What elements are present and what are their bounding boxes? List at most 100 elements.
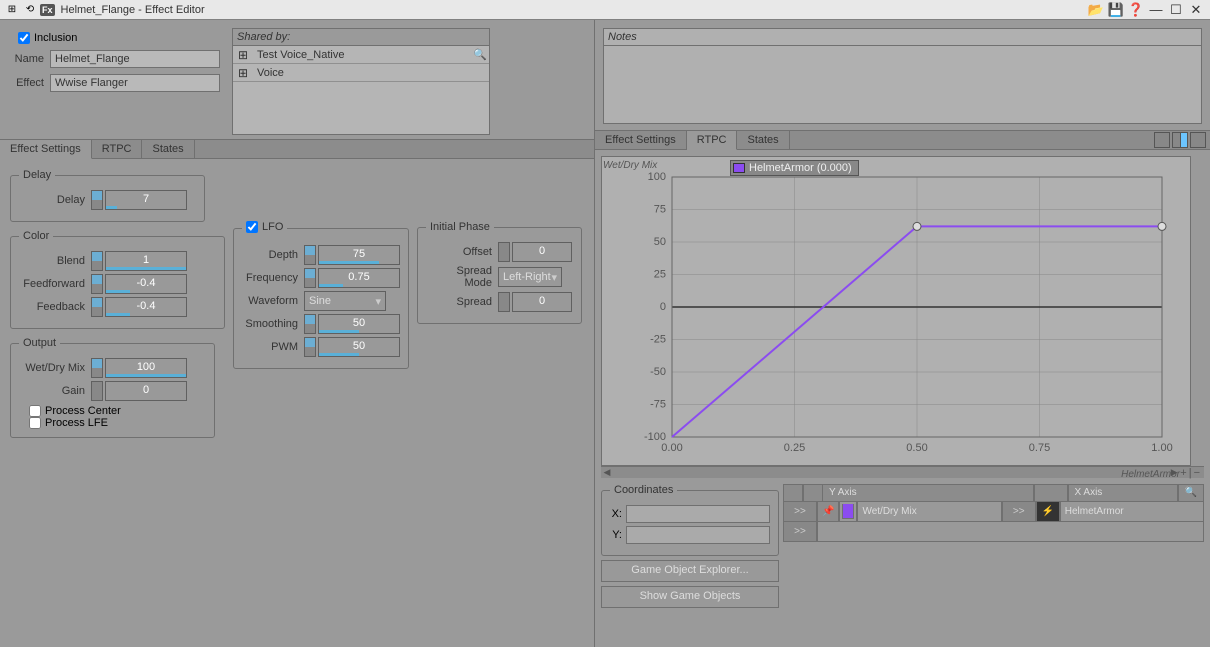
titlebar: ⊞ ⟲ Fx Helmet_Flange - Effect Editor 📂 💾… <box>0 0 1210 20</box>
axis-row[interactable]: >> 📌 Wet/Dry Mix >> ⚡ HelmetArmor <box>783 502 1204 522</box>
maximize-button[interactable]: ☐ <box>1168 2 1184 18</box>
right-tabs: Effect Settings RTPC States <box>595 130 1210 150</box>
inclusion-checkbox[interactable]: Inclusion <box>18 32 220 44</box>
wetdry-slider[interactable]: 100 <box>91 358 187 378</box>
game-object-explorer-button[interactable]: Game Object Explorer... <box>601 560 779 582</box>
tab-rtpc-r[interactable]: RTPC <box>687 131 738 150</box>
coord-x-input[interactable] <box>626 505 770 523</box>
show-game-objects-button[interactable]: Show Game Objects <box>601 586 779 608</box>
xaxis-header: X Axis <box>1068 484 1178 502</box>
axis-header-blank <box>783 484 803 502</box>
color-group: Color Blend 1 Feedforward -0.4 <box>10 230 225 329</box>
tab-effect-settings[interactable]: Effect Settings <box>0 140 92 159</box>
svg-text:0.75: 0.75 <box>1029 442 1050 454</box>
inclusion-label: Inclusion <box>34 32 77 44</box>
lfo-group: LFO Depth 75 Frequency 0.75 <box>233 221 409 369</box>
search-icon[interactable]: 🔍 <box>471 48 489 61</box>
window-title: Helmet_Flange - Effect Editor <box>57 4 205 16</box>
shared-item[interactable]: ⊞ Test Voice_Native 🔍 <box>233 46 489 64</box>
help-icon[interactable]: ❓ <box>1128 2 1144 18</box>
depth-slider[interactable]: 75 <box>304 245 400 265</box>
xaxis-btn-header <box>1034 484 1068 502</box>
coord-y-input[interactable] <box>626 526 770 544</box>
axis-row-empty[interactable]: >> <box>783 522 1204 542</box>
bus-icon: ⊞ <box>233 66 253 80</box>
series-color[interactable] <box>839 502 857 522</box>
pin-icon[interactable]: 📌 <box>817 502 839 522</box>
close-button[interactable]: ✕ <box>1188 2 1204 18</box>
shared-by-header: Shared by: <box>233 29 489 46</box>
feedforward-slider[interactable]: -0.4 <box>91 274 187 294</box>
gain-slider[interactable]: 0 <box>91 381 187 401</box>
spread-mode-dropdown[interactable]: Left-Right <box>498 267 562 287</box>
layout-single[interactable] <box>1154 132 1170 148</box>
pin-header <box>803 484 823 502</box>
search-header[interactable]: 🔍 <box>1178 484 1204 502</box>
tab-effect-settings-r[interactable]: Effect Settings <box>595 131 687 149</box>
right-pane: Notes Effect Settings RTPC States Wet/Dr… <box>595 20 1210 647</box>
yaxis-name[interactable]: Wet/Dry Mix <box>857 502 1001 522</box>
name-label: Name <box>8 53 44 65</box>
svg-text:1.00: 1.00 <box>1151 442 1172 454</box>
fx-icon: Fx <box>40 4 55 16</box>
effect-label: Effect <box>8 77 44 89</box>
xaxis-name[interactable]: HelmetArmor <box>1060 502 1204 522</box>
frequency-slider[interactable]: 0.75 <box>304 268 400 288</box>
svg-text:25: 25 <box>654 269 666 281</box>
svg-text:0: 0 <box>660 301 666 313</box>
effect-settings-body: Delay Delay 7 Color Blend <box>0 159 594 448</box>
blend-slider[interactable]: 1 <box>91 251 187 271</box>
lfo-checkbox[interactable]: LFO <box>246 221 283 233</box>
link-icon: ⟲ <box>22 2 38 18</box>
rtpc-type-icon: ⚡ <box>1036 502 1060 522</box>
pwm-slider[interactable]: 50 <box>304 337 400 357</box>
y-goto-button[interactable]: >> <box>783 502 817 522</box>
svg-text:0.25: 0.25 <box>784 442 805 454</box>
rtpc-chart[interactable]: Wet/Dry Mix HelmetArmor (0.000) 0.000.25… <box>595 150 1210 484</box>
effect-type-input[interactable] <box>50 74 220 92</box>
svg-text:50: 50 <box>654 236 666 248</box>
x-goto-button[interactable]: >> <box>1002 502 1036 522</box>
feedback-slider[interactable]: -0.4 <box>91 297 187 317</box>
left-pane: Inclusion Name Effect Shared by: ⊞ Test … <box>0 20 595 647</box>
svg-text:-75: -75 <box>650 399 666 411</box>
process-center-checkbox[interactable]: Process Center <box>29 405 206 417</box>
svg-text:0.00: 0.00 <box>661 442 682 454</box>
svg-text:0.50: 0.50 <box>906 442 927 454</box>
layout-split[interactable] <box>1172 132 1188 148</box>
save-icon[interactable]: 💾 <box>1108 2 1124 18</box>
coordinates-group: Coordinates X: Y: <box>601 484 779 556</box>
process-lfe-checkbox[interactable]: Process LFE <box>29 417 206 429</box>
delay-slider[interactable]: 7 <box>91 190 187 210</box>
minimize-button[interactable]: — <box>1148 2 1164 18</box>
svg-text:-25: -25 <box>650 334 666 346</box>
layout-full[interactable] <box>1190 132 1206 148</box>
svg-text:-100: -100 <box>644 431 666 443</box>
yaxis-header: Y Axis <box>823 484 1034 502</box>
chart-legend: HelmetArmor (0.000) <box>730 160 859 176</box>
shared-by-box: Shared by: ⊞ Test Voice_Native 🔍 ⊞ Voice <box>232 28 490 135</box>
tab-rtpc[interactable]: RTPC <box>92 140 143 158</box>
svg-text:-50: -50 <box>650 366 666 378</box>
shared-item[interactable]: ⊞ Voice <box>233 64 489 82</box>
offset-slider[interactable]: 0 <box>498 242 572 262</box>
name-input[interactable] <box>50 50 220 68</box>
svg-text:100: 100 <box>648 171 666 183</box>
open-icon[interactable]: 📂 <box>1088 2 1104 18</box>
waveform-dropdown[interactable]: Sine <box>304 291 386 311</box>
notes-box[interactable]: Notes <box>603 28 1202 124</box>
axis-table: Y Axis X Axis 🔍 >> 📌 Wet/Dry Mix >> ⚡ He… <box>783 484 1204 608</box>
spread-slider[interactable]: 0 <box>498 292 572 312</box>
smoothing-slider[interactable]: 50 <box>304 314 400 334</box>
tab-states[interactable]: States <box>142 140 194 158</box>
delay-group: Delay Delay 7 <box>10 169 205 222</box>
phase-group: Initial Phase Offset 0 Spread Mode Left-… <box>417 221 582 324</box>
left-tabs: Effect Settings RTPC States <box>0 139 594 159</box>
bus-icon: ⊞ <box>233 48 253 62</box>
tab-states-r[interactable]: States <box>737 131 789 149</box>
chart-scrollbar[interactable]: ◀▶ +|− <box>601 466 1204 478</box>
app-icon: ⊞ <box>4 2 20 18</box>
svg-text:75: 75 <box>654 204 666 216</box>
chart-svg[interactable]: 0.00 0.25 0.50 0.75 1.00 100 75 50 25 0 -25 -50 -75 -… <box>601 156 1191 466</box>
output-group: Output Wet/Dry Mix 100 Gain 0 <box>10 337 215 438</box>
